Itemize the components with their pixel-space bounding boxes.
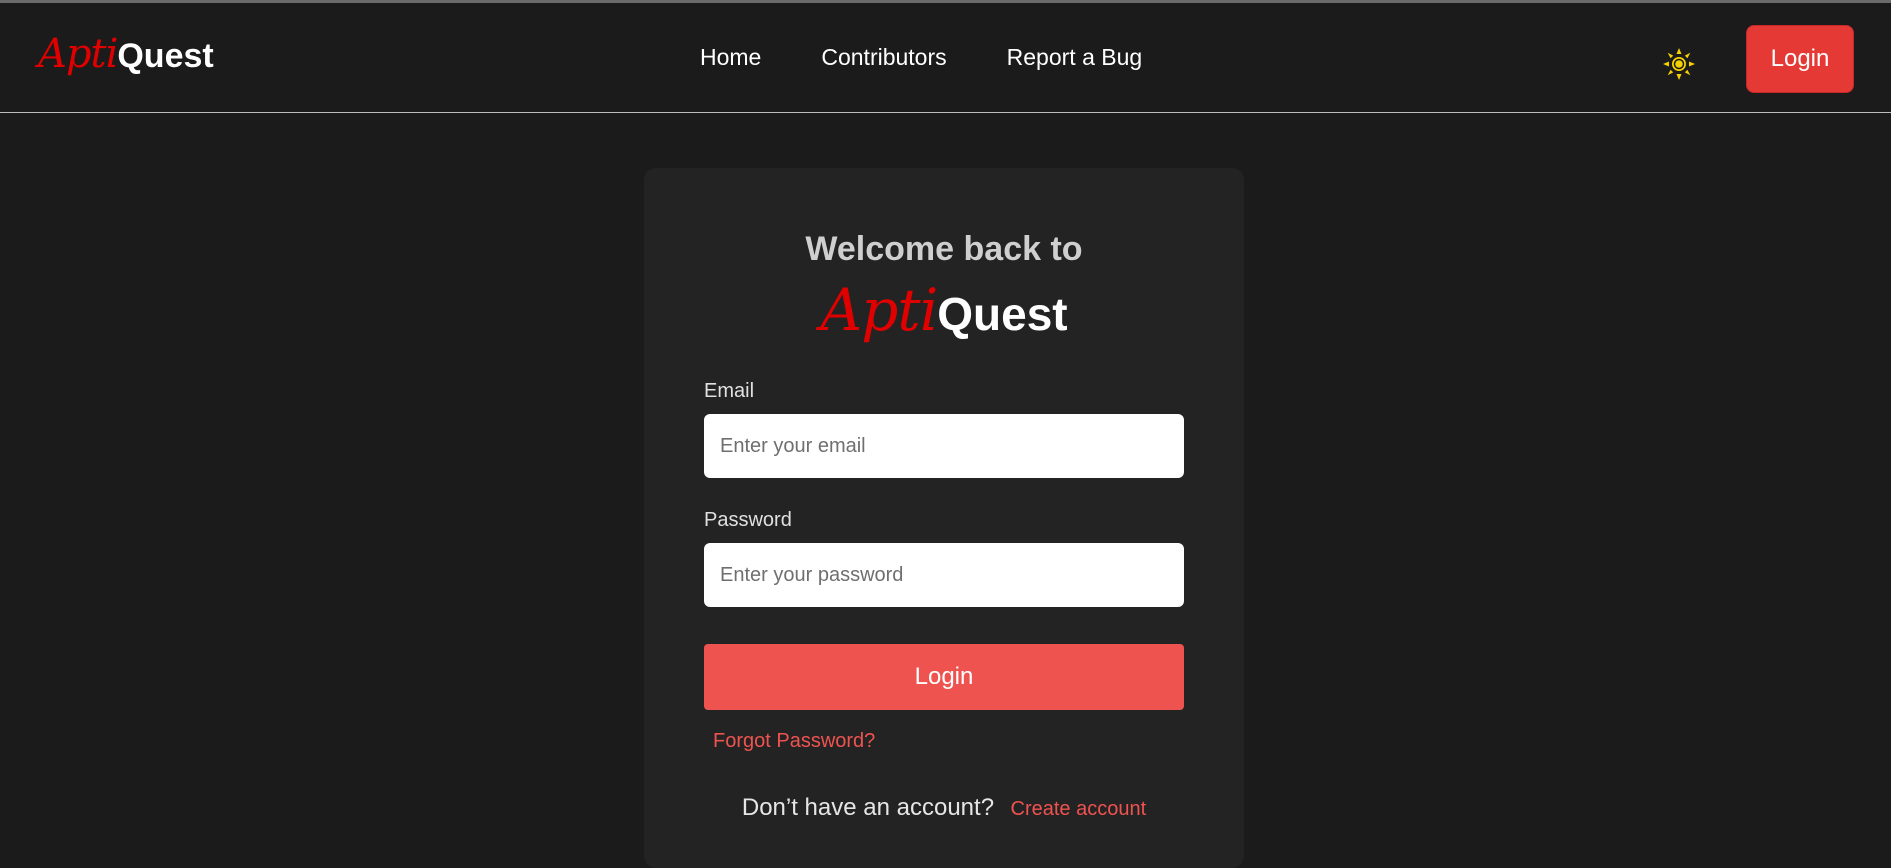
welcome-heading: Welcome back to [805, 230, 1083, 268]
email-field[interactable] [704, 414, 1184, 478]
nav-links: Home Contributors Report a Bug [700, 3, 1202, 112]
password-field[interactable] [704, 543, 1184, 607]
nav-link-report-bug[interactable]: Report a Bug [1007, 44, 1143, 71]
login-submit-button[interactable]: Login [704, 644, 1184, 710]
navbar: Apti Quest Home Contributors Report a Bu… [0, 3, 1891, 113]
signup-row: Don’t have an account? Create account [644, 794, 1244, 822]
card-brand-apti: Apti [820, 276, 938, 344]
login-card: Welcome back to Apti Quest Email Passwor… [644, 168, 1244, 868]
card-brand-quest: Quest [937, 288, 1068, 340]
theme-toggle-button[interactable] [1662, 47, 1696, 81]
brand-logo[interactable]: Apti Quest [38, 31, 214, 91]
nav-link-contributors[interactable]: Contributors [821, 44, 946, 71]
password-label: Password [704, 509, 792, 531]
brand-logo-quest: Quest [117, 37, 214, 75]
nav-login-button[interactable]: Login [1746, 25, 1854, 93]
sun-icon [1663, 48, 1695, 80]
email-label: Email [704, 380, 755, 402]
create-account-link[interactable]: Create account [1011, 798, 1147, 820]
brand-logo-apti: Apti [38, 31, 118, 77]
card-brand-logo: Apti Quest [644, 276, 1244, 344]
forgot-password-link[interactable]: Forgot Password? [713, 730, 875, 753]
no-account-text: Don’t have an account? [741, 794, 995, 821]
nav-link-home[interactable]: Home [700, 44, 761, 71]
